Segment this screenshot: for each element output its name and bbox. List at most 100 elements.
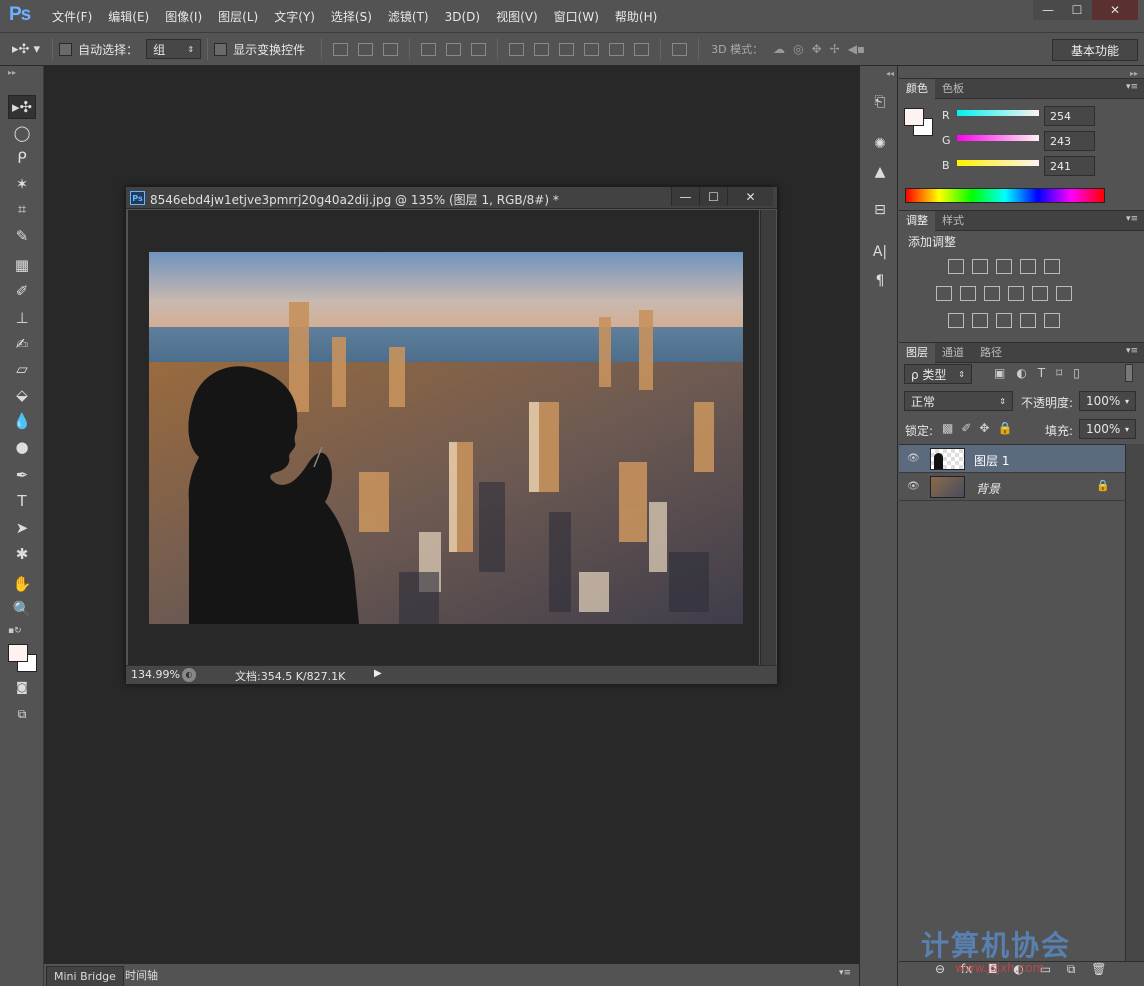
adjust-panel-menu-icon[interactable]: ▾≡ — [1126, 214, 1138, 224]
align-vcenter-icon[interactable] — [358, 42, 374, 56]
character-panel-icon[interactable]: A| — [868, 241, 892, 263]
maximize-button[interactable]: ☐ — [1062, 0, 1092, 20]
document-canvas[interactable] — [128, 210, 759, 665]
menu-item-5[interactable]: 选择(S) — [323, 8, 380, 26]
tab-styles[interactable]: 样式 — [935, 211, 971, 231]
history-panel-icon[interactable]: ⎗ — [868, 91, 892, 113]
3d-roll-icon[interactable]: ◎ — [793, 42, 803, 56]
type-tool-icon[interactable]: T — [8, 489, 36, 513]
doc-maximize-button[interactable]: ☐ — [699, 187, 727, 206]
align-hcenter-icon[interactable] — [446, 42, 462, 56]
channel-mixer-icon[interactable] — [1032, 286, 1048, 301]
background-layer-name[interactable]: 背景 — [976, 480, 1000, 497]
doc-minimize-button[interactable]: — — [671, 187, 699, 206]
lasso-tool-icon[interactable]: ᑭ — [8, 146, 36, 170]
screen-mode-icon[interactable]: ⧉ — [8, 702, 36, 726]
show-transform-checkbox[interactable] — [214, 42, 228, 56]
magic-wand-icon[interactable]: ✶ — [8, 172, 36, 196]
menu-item-6[interactable]: 滤镜(T) — [380, 8, 437, 26]
tab-paths[interactable]: 路径 — [973, 343, 1009, 363]
blue-slider[interactable] — [957, 160, 1039, 166]
3d-slide-icon[interactable]: ✢ — [830, 42, 840, 56]
pen-tool-icon[interactable]: ✒ — [8, 463, 36, 487]
threshold-icon[interactable] — [996, 313, 1012, 328]
color-balance-icon[interactable] — [960, 286, 976, 301]
zoom-level[interactable]: 134.99% — [131, 668, 180, 681]
doc-close-button[interactable]: ✕ — [727, 187, 773, 206]
black-white-icon[interactable] — [984, 286, 1000, 301]
align-top-icon[interactable] — [333, 42, 349, 56]
3d-drag-icon[interactable]: ✥ — [812, 42, 822, 56]
layer1-name[interactable]: 图层 1 — [974, 452, 1009, 469]
tab-layers[interactable]: 图层 — [899, 343, 935, 363]
color-panel-menu-icon[interactable]: ▾≡ — [1126, 82, 1138, 92]
hue-saturation-icon[interactable] — [936, 286, 952, 301]
menu-item-9[interactable]: 窗口(W) — [546, 8, 607, 26]
curves-icon[interactable] — [996, 259, 1012, 274]
healing-brush-icon[interactable]: ▦ — [8, 253, 36, 277]
panel-menu-icon[interactable]: ▾≡ — [839, 968, 851, 978]
blend-mode-dropdown[interactable]: 正常 ⇕ — [904, 391, 1013, 411]
layer-filter-dropdown[interactable]: ρ 类型 ⇕ — [904, 364, 972, 384]
paint-bucket-icon[interactable]: ⬙ — [8, 383, 36, 407]
green-slider[interactable] — [957, 135, 1039, 141]
distribute-bottom-icon[interactable] — [559, 42, 575, 56]
filter-toggle-switch[interactable] — [1125, 364, 1133, 382]
3d-orbit-icon[interactable]: ☁ — [773, 42, 785, 56]
vertical-scrollbar[interactable] — [760, 210, 776, 665]
eyedropper-icon[interactable]: ✎ — [8, 224, 36, 248]
invert-icon[interactable] — [948, 313, 964, 328]
tab-adjustments[interactable]: 调整 — [899, 211, 935, 231]
hand-tool-icon[interactable]: ✋ — [8, 572, 36, 596]
quick-mask-icon[interactable]: ◙ — [8, 675, 36, 699]
3d-scale-icon[interactable]: ◀▪ — [848, 42, 865, 56]
eye-icon[interactable]: 👁 — [907, 453, 921, 464]
color-fg-swatch[interactable] — [904, 108, 924, 126]
status-menu-arrow-icon[interactable]: ▶ — [374, 668, 382, 679]
menu-item-4[interactable]: 文字(Y) — [266, 8, 323, 26]
exposure-icon[interactable] — [1020, 259, 1036, 274]
color-lookup-icon[interactable] — [1056, 286, 1072, 301]
link-layers-icon[interactable]: ⊖ — [935, 962, 945, 976]
tab-channels[interactable]: 通道 — [935, 343, 971, 363]
distribute-hcenter-icon[interactable] — [609, 42, 625, 56]
green-value[interactable]: 243 — [1044, 131, 1095, 151]
expand-dock-icon[interactable]: ◂◂ — [886, 69, 894, 78]
menu-item-10[interactable]: 帮助(H) — [607, 8, 665, 26]
layers-panel-menu-icon[interactable]: ▾≡ — [1126, 346, 1138, 356]
status-info-icon[interactable]: ◐ — [182, 668, 196, 682]
fill-input[interactable]: 100% ▾ — [1079, 419, 1136, 439]
paragraph-panel-icon[interactable]: ¶ — [868, 270, 892, 292]
collapse-panels-icon[interactable]: ▸▸ — [1130, 69, 1138, 78]
close-button[interactable]: ✕ — [1092, 0, 1138, 20]
menu-item-8[interactable]: 视图(V) — [488, 8, 546, 26]
brightness-contrast-icon[interactable] — [948, 259, 964, 274]
delete-layer-icon[interactable]: 🗑 — [1091, 962, 1106, 976]
layer-row-layer1[interactable]: 👁 图层 1 — [899, 445, 1125, 473]
layer-filter-icons[interactable]: ▣◐T⌑▯ — [994, 366, 1091, 380]
layer-row-background[interactable]: 👁 背景 🔒 — [899, 473, 1125, 501]
foreground-color-swatch[interactable] — [8, 644, 28, 662]
align-bottom-icon[interactable] — [383, 42, 399, 56]
menu-item-7[interactable]: 3D(D) — [437, 8, 488, 26]
color-spectrum-ramp[interactable] — [905, 188, 1105, 203]
eraser-icon[interactable]: ▱ — [8, 357, 36, 381]
collapse-toolbar-icon[interactable]: ▸▸ — [8, 68, 16, 77]
move-tool-icon[interactable]: ▸✣ — [8, 95, 36, 119]
dodge-tool-icon[interactable]: ● — [8, 435, 36, 459]
tab-mini-bridge[interactable]: Mini Bridge — [46, 966, 124, 986]
lock-options-icons[interactable]: ▩✐✥🔒 — [942, 421, 1020, 435]
minimize-button[interactable]: — — [1033, 0, 1063, 20]
crop-tool-icon[interactable]: ⌗ — [8, 197, 36, 221]
distribute-vcenter-icon[interactable] — [534, 42, 550, 56]
tab-color[interactable]: 颜色 — [899, 79, 935, 99]
layers-scrollbar[interactable] — [1125, 444, 1144, 961]
distribute-top-icon[interactable] — [509, 42, 525, 56]
default-colors-icon[interactable]: ▪↻ — [8, 626, 22, 636]
align-right-icon[interactable] — [471, 42, 487, 56]
vibrance-icon[interactable] — [1044, 259, 1060, 274]
properties-panel-icon[interactable]: ⊟ — [868, 199, 892, 221]
auto-select-checkbox[interactable] — [59, 42, 73, 56]
selective-color-icon[interactable] — [1020, 313, 1036, 328]
marquee-tool-icon[interactable]: ◯ — [8, 121, 36, 145]
